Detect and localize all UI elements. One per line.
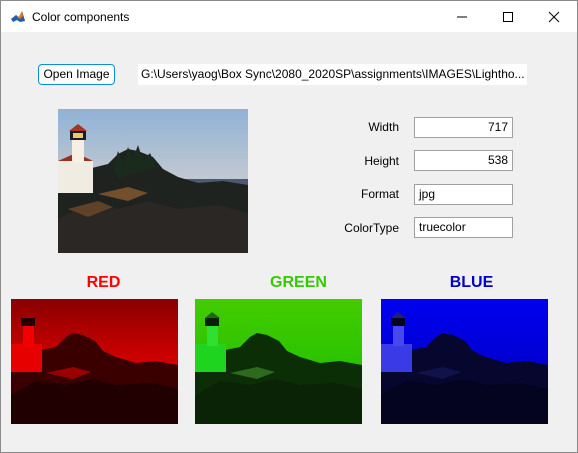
width-label: Width	[368, 120, 399, 134]
file-path-field[interactable]: G:\Users\yaog\Box Sync\2080_2020SP\assig…	[138, 64, 527, 85]
minimize-button[interactable]	[439, 1, 485, 32]
colortype-field[interactable]: truecolor	[414, 217, 513, 238]
blue-channel-title: BLUE	[449, 274, 494, 291]
maximize-button[interactable]	[485, 1, 531, 32]
width-field[interactable]: 717	[414, 117, 513, 138]
app-window: Color components Open Image G:\Users\yao…	[0, 0, 578, 453]
close-icon	[548, 11, 560, 23]
green-channel-title: GREEN	[270, 274, 327, 291]
open-image-button[interactable]: Open Image	[38, 64, 115, 85]
height-field[interactable]: 538	[414, 150, 513, 171]
red-channel-image	[11, 299, 178, 424]
minimize-icon	[457, 16, 467, 18]
original-image	[58, 109, 248, 253]
format-label: Format	[360, 187, 399, 201]
red-channel-title: RED	[86, 274, 121, 291]
colortype-label: ColorType	[344, 221, 399, 235]
blue-channel-image	[381, 299, 548, 424]
height-label: Height	[364, 154, 399, 168]
title-bar: Color components	[1, 1, 577, 32]
close-button[interactable]	[531, 1, 577, 32]
maximize-icon	[503, 12, 513, 22]
window-title: Color components	[32, 10, 130, 24]
green-channel-image	[195, 299, 362, 424]
format-field[interactable]: jpg	[414, 184, 513, 205]
matlab-icon	[10, 9, 26, 25]
